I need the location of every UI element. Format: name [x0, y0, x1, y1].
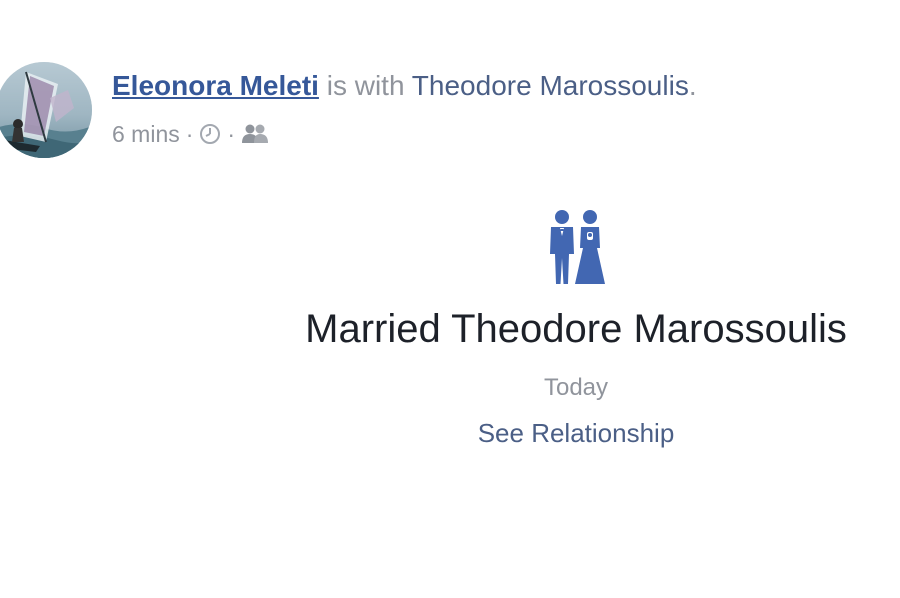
post-header: Eleonora Meleti is with Theodore Marosso… [112, 66, 697, 106]
friends-icon[interactable] [241, 123, 269, 145]
header-period: . [688, 70, 697, 101]
life-event-card: Married Theodore Marossoulis Today See R… [276, 208, 876, 450]
clock-icon [199, 123, 221, 145]
life-event-title: Married Theodore Marossoulis [305, 307, 847, 351]
meta-separator: · [185, 121, 194, 147]
author-name-link[interactable]: Eleonora Meleti [112, 70, 319, 101]
tagged-person-link[interactable]: Theodore Marossoulis [412, 70, 689, 101]
feed-post: Eleonora Meleti is with Theodore Marosso… [0, 0, 900, 598]
avatar-photo [0, 62, 92, 158]
profile-avatar[interactable] [0, 62, 92, 158]
couple-icon [550, 210, 605, 284]
post-timestamp[interactable]: 6 mins [112, 116, 180, 152]
life-event-date: Today [543, 374, 609, 401]
with-text: is with [326, 70, 405, 101]
see-relationship-link[interactable]: See Relationship [276, 416, 876, 450]
meta-separator-2: · [227, 121, 236, 147]
post-meta: 6 mins · · [112, 116, 269, 152]
